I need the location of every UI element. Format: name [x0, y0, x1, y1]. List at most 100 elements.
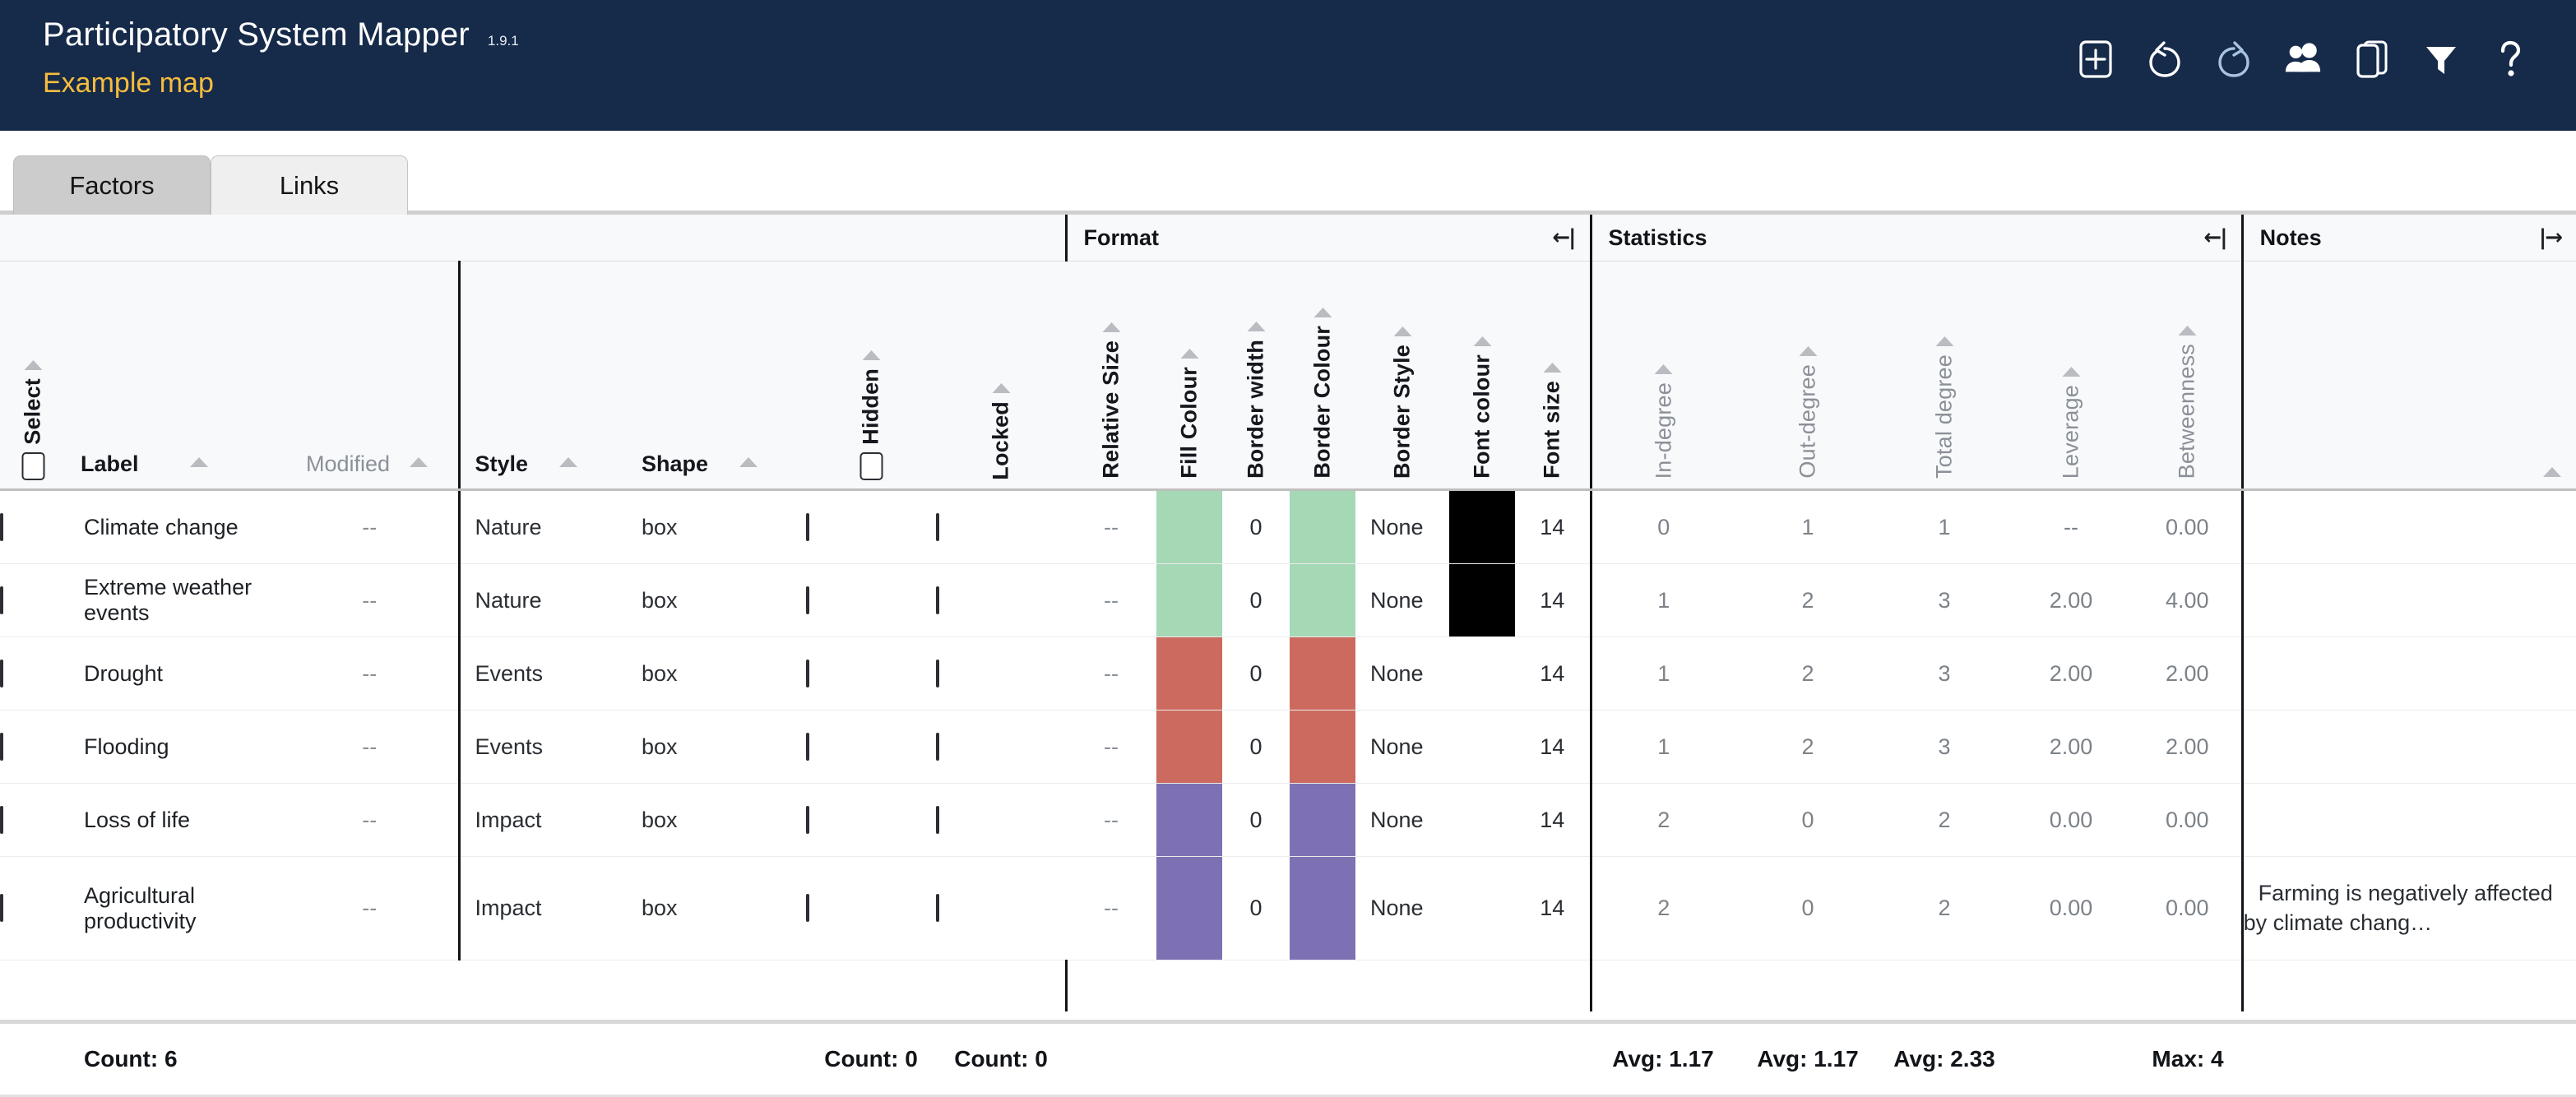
row-notes-cell[interactable]: [2240, 489, 2576, 564]
map-name[interactable]: Example map: [43, 69, 519, 97]
font-colour-swatch[interactable]: [1449, 857, 1515, 960]
row-border-width-cell[interactable]: 0: [1222, 563, 1290, 637]
row-relative-size-cell[interactable]: --: [1066, 636, 1157, 711]
sort-select-icon[interactable]: [24, 360, 42, 371]
row-notes-cell[interactable]: Farming is negatively affected by climat…: [2240, 856, 2576, 960]
table-row[interactable]: Drought -- Events box -- 0 None 14 1 2 3…: [0, 636, 2576, 711]
sort-betweenness-icon[interactable]: [2178, 325, 2197, 336]
fill-colour-swatch[interactable]: [1156, 857, 1223, 960]
sort-in-degree-icon[interactable]: [1654, 363, 1673, 374]
row-border-style-cell[interactable]: None: [1355, 783, 1450, 857]
row-shape-cell[interactable]: box: [627, 636, 806, 711]
collapse-format-icon[interactable]: ←|: [1552, 227, 1576, 248]
sort-notes-icon[interactable]: [2543, 467, 2562, 477]
select-all-checkbox[interactable]: [21, 452, 44, 480]
row-font-size-cell[interactable]: 14: [1515, 783, 1591, 857]
border-colour-swatch[interactable]: [1290, 491, 1356, 563]
sort-shape-icon[interactable]: [739, 456, 758, 467]
row-border-width-cell[interactable]: 0: [1222, 710, 1290, 784]
row-style-cell[interactable]: Nature: [457, 563, 627, 637]
row-fill-colour-cell[interactable]: [1156, 710, 1223, 784]
row-fill-colour-cell[interactable]: [1156, 636, 1223, 711]
sort-out-degree-icon[interactable]: [1799, 346, 1818, 357]
font-colour-swatch[interactable]: [1449, 491, 1516, 563]
hidden-all-checkbox[interactable]: [859, 452, 883, 480]
row-border-width-cell[interactable]: 0: [1222, 489, 1290, 564]
row-hidden-checkbox[interactable]: [806, 894, 809, 922]
row-font-size-cell[interactable]: 14: [1515, 489, 1591, 564]
row-hidden-checkbox[interactable]: [806, 586, 809, 614]
row-relative-size-cell[interactable]: --: [1066, 783, 1157, 857]
tab-links[interactable]: Links: [211, 155, 408, 215]
row-shape-cell[interactable]: box: [627, 783, 806, 857]
people-icon[interactable]: [2283, 36, 2323, 82]
border-colour-swatch[interactable]: [1290, 564, 1356, 636]
row-select-checkbox[interactable]: [0, 659, 3, 687]
row-border-style-cell[interactable]: None: [1355, 563, 1450, 637]
help-icon[interactable]: [2490, 36, 2530, 82]
undo-icon[interactable]: [2145, 36, 2185, 82]
font-colour-swatch[interactable]: [1449, 564, 1516, 636]
table-row[interactable]: Loss of life -- Impact box -- 0 None 14 …: [0, 783, 2576, 857]
table-row[interactable]: Flooding -- Events box -- 0 None 14 1 2 …: [0, 710, 2576, 784]
sort-locked-icon[interactable]: [992, 383, 1010, 394]
row-style-cell[interactable]: Events: [457, 710, 627, 784]
sort-modified-icon[interactable]: [410, 456, 429, 467]
row-font-size-cell[interactable]: 14: [1515, 563, 1591, 637]
sort-relative-size-icon[interactable]: [1102, 322, 1121, 333]
fill-colour-swatch[interactable]: [1156, 637, 1223, 710]
row-font-size-cell[interactable]: 14: [1515, 856, 1591, 960]
row-hidden-checkbox[interactable]: [806, 512, 809, 541]
row-locked-checkbox[interactable]: [936, 894, 939, 922]
sort-style-icon[interactable]: [559, 456, 578, 467]
row-font-colour-cell[interactable]: [1449, 636, 1516, 711]
row-select-checkbox[interactable]: [0, 805, 3, 834]
row-notes-cell[interactable]: [2240, 636, 2576, 711]
border-colour-swatch[interactable]: [1290, 637, 1356, 710]
copy-icon[interactable]: [2352, 36, 2392, 82]
row-hidden-checkbox[interactable]: [806, 732, 809, 761]
row-border-width-cell[interactable]: 0: [1222, 636, 1290, 711]
sort-font-size-icon[interactable]: [1543, 363, 1562, 373]
sort-hidden-icon[interactable]: [862, 350, 880, 361]
row-notes-cell[interactable]: [2240, 783, 2576, 857]
row-border-style-cell[interactable]: None: [1355, 856, 1450, 960]
row-font-colour-cell[interactable]: [1449, 856, 1516, 960]
row-locked-checkbox[interactable]: [936, 732, 939, 761]
row-shape-cell[interactable]: box: [627, 489, 806, 564]
row-fill-colour-cell[interactable]: [1156, 856, 1223, 960]
row-shape-cell[interactable]: box: [627, 710, 806, 784]
row-border-colour-cell[interactable]: [1290, 489, 1356, 564]
border-colour-swatch[interactable]: [1290, 784, 1356, 856]
font-colour-swatch[interactable]: [1449, 711, 1515, 783]
sort-label-icon[interactable]: [189, 456, 208, 467]
redo-icon[interactable]: [2214, 36, 2254, 82]
table-row[interactable]: Extreme weather events -- Nature box -- …: [0, 563, 2576, 637]
row-font-colour-cell[interactable]: [1449, 489, 1516, 564]
table-row[interactable]: Climate change -- Nature box -- 0 None 1…: [0, 489, 2576, 564]
expand-notes-icon[interactable]: |→: [2539, 227, 2563, 248]
sort-leverage-icon[interactable]: [2062, 366, 2081, 377]
row-font-colour-cell[interactable]: [1449, 563, 1516, 637]
row-fill-colour-cell[interactable]: [1156, 563, 1223, 637]
row-shape-cell[interactable]: box: [627, 856, 806, 960]
row-border-colour-cell[interactable]: [1290, 563, 1356, 637]
fill-colour-swatch[interactable]: [1156, 711, 1223, 783]
row-locked-checkbox[interactable]: [936, 659, 939, 687]
collapse-statistics-icon[interactable]: ←|: [2203, 227, 2227, 248]
fill-colour-swatch[interactable]: [1156, 491, 1223, 563]
row-border-colour-cell[interactable]: [1290, 783, 1356, 857]
row-border-colour-cell[interactable]: [1290, 856, 1356, 960]
table-row[interactable]: Agricultural productivity -- Impact box …: [0, 856, 2576, 960]
sort-font-colour-icon[interactable]: [1473, 336, 1492, 347]
row-select-checkbox[interactable]: [0, 894, 3, 922]
sort-fill-colour-icon[interactable]: [1180, 349, 1199, 359]
row-notes-cell[interactable]: [2240, 563, 2576, 637]
row-hidden-checkbox[interactable]: [806, 659, 809, 687]
row-relative-size-cell[interactable]: --: [1066, 563, 1157, 637]
row-font-colour-cell[interactable]: [1449, 710, 1516, 784]
row-font-colour-cell[interactable]: [1449, 783, 1516, 857]
border-colour-swatch[interactable]: [1290, 711, 1356, 783]
row-select-checkbox[interactable]: [0, 586, 3, 614]
row-font-size-cell[interactable]: 14: [1515, 636, 1591, 711]
